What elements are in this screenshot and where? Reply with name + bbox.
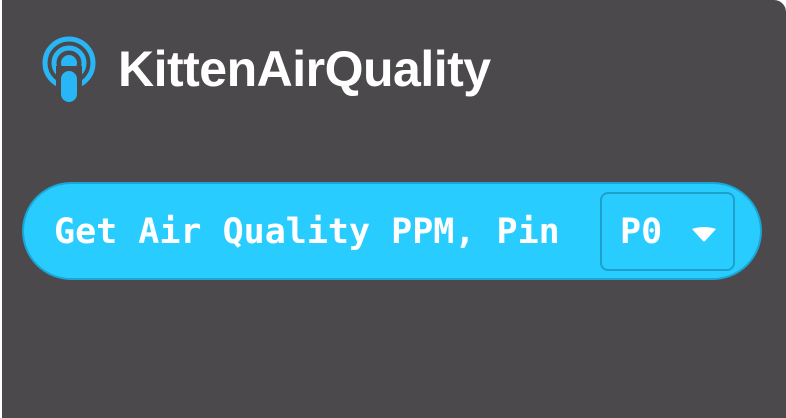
extension-panel: KittenAirQuality Get Air Quality PPM, Pi…: [2, 0, 786, 418]
block-label: Get Air Quality PPM, Pin: [54, 212, 560, 252]
podcast-broadcast-icon: [42, 36, 96, 106]
extension-header: KittenAirQuality: [40, 36, 491, 106]
pin-dropdown[interactable]: P0: [600, 192, 735, 271]
extension-title: KittenAirQuality: [118, 41, 491, 97]
pin-dropdown-value: P0: [620, 212, 663, 252]
get-air-quality-block[interactable]: Get Air Quality PPM, Pin P0: [22, 182, 762, 280]
caret-down-icon: [692, 227, 716, 242]
